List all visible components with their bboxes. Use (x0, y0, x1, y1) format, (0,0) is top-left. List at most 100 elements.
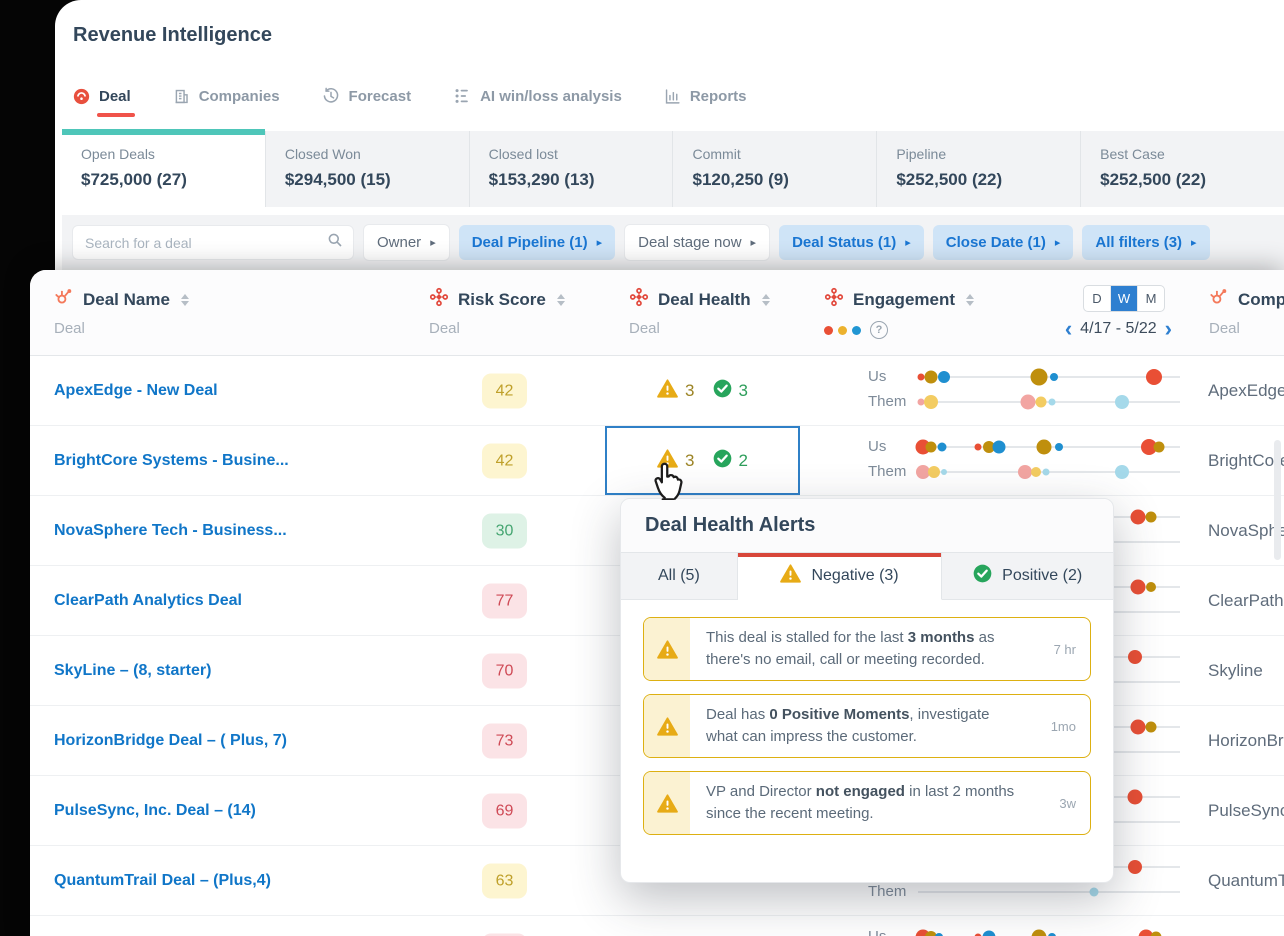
positive-alerts[interactable]: 3 (713, 379, 748, 403)
filter-chip-owner[interactable]: Owner ▸ (363, 224, 450, 261)
engagement-cell[interactable]: Us Them (818, 426, 1185, 495)
tab-deal[interactable]: Deal (73, 88, 135, 117)
engagement-dot (1035, 396, 1047, 408)
chevron-right-icon: ▸ (1191, 237, 1197, 249)
engagement-dot (917, 373, 925, 381)
risk-score-badge: 42 (482, 443, 527, 478)
deal-name-link[interactable]: QuantumTrail Deal – (Plus,4) (54, 872, 271, 890)
deal-name-link[interactable]: SkyLine – (8, starter) (54, 662, 211, 680)
warning-icon (644, 695, 690, 757)
alert-timestamp: 1mo (1050, 718, 1076, 734)
column-title-label: Deal Health (658, 289, 751, 309)
table-header: Deal Name Deal Risk Score Deal Deal Health De… (30, 270, 1284, 356)
summary-card-commit[interactable]: Commit $120,250 (9) (673, 131, 878, 207)
alert-text: Deal has 0 Positive Moments, investigate… (690, 695, 1022, 757)
period-option-w[interactable]: W (1111, 286, 1138, 311)
summary-card-best-case[interactable]: Best Case $252,500 (22) (1081, 131, 1284, 207)
engagement-label: Us (868, 438, 887, 455)
engagement-track (916, 465, 1180, 479)
date-range-nav: ‹ 4/17 - 5/22 › (1065, 318, 1172, 340)
engagement-dot (982, 930, 996, 936)
deal-name-link[interactable]: ClearPath Analytics Deal (54, 592, 242, 610)
summary-card-closed-lost[interactable]: Closed lost $153,290 (13) (469, 131, 674, 207)
popup-tab-positive-2-[interactable]: Positive (2) (942, 553, 1113, 600)
risk-score-badge: 69 (482, 793, 527, 828)
alert-card: This deal is stalled for the last 3 mont… (643, 617, 1091, 681)
filter-chip-all-filters-3-[interactable]: All filters (3) ▸ (1082, 225, 1210, 260)
popup-tab-all-5-[interactable]: All (5) (621, 553, 738, 600)
alert-text-content: Deal has 0 Positive Moments, investigate… (706, 705, 990, 746)
column-header-deal-health: Deal Health Deal (605, 270, 800, 355)
legend-dot (838, 325, 847, 335)
engagement-dot (1130, 719, 1146, 735)
engagement-dot (1030, 467, 1041, 477)
popup-tab-label: All (5) (657, 567, 700, 584)
engagement-dot (1130, 509, 1146, 525)
deal-name-link[interactable]: BrightCore Systems - Busine... (54, 452, 289, 470)
filter-chip-close-date-1-[interactable]: Close Date (1) ▸ (932, 225, 1074, 260)
summary-card-pipeline[interactable]: Pipeline $252,500 (22) (877, 131, 1082, 207)
date-range-label: 4/17 - 5/22 (1080, 320, 1157, 337)
companies-icon (173, 88, 190, 105)
deal-health-cell[interactable]: 33 (605, 356, 800, 425)
period-option-m[interactable]: M (1138, 286, 1164, 311)
summary-card-open-deals[interactable]: Open Deals $725,000 (27) (62, 129, 266, 207)
search-input[interactable] (83, 233, 327, 252)
tab-label: Forecast (348, 87, 412, 105)
chevron-right-icon: ▸ (750, 237, 757, 249)
tab-companies[interactable]: Companies (173, 88, 280, 105)
column-title-label: Deal Name (83, 289, 170, 309)
period-toggle[interactable]: DWM (1083, 285, 1165, 312)
next-period-icon[interactable]: › (1165, 318, 1172, 340)
card-value: $120,250 (9) (692, 170, 789, 189)
engagement-dot (1153, 441, 1165, 453)
card-label: Open Deals (81, 146, 155, 162)
deal-name-link[interactable]: NovaSphere Tech - Business... (54, 522, 287, 540)
warning-icon (657, 378, 678, 403)
engagement-cell[interactable]: UsThem (818, 916, 1185, 936)
summary-card-closed-won[interactable]: Closed Won $294,500 (15) (265, 131, 470, 207)
search-field[interactable] (72, 225, 354, 260)
filter-chip-deal-pipeline-1-[interactable]: Deal Pipeline (1) ▸ (458, 225, 616, 260)
tab-label: AI win/loss analysis (480, 87, 622, 105)
sort-down-icon (761, 300, 770, 306)
help-icon[interactable]: ? (870, 321, 888, 339)
card-value: $153,290 (13) (488, 170, 595, 189)
column-title: Risk Score (429, 287, 605, 312)
sort-down-icon (966, 300, 975, 306)
sort-icon[interactable] (180, 293, 189, 306)
engagement-dot (1145, 369, 1162, 385)
deal-name-link[interactable]: PulseSync, Inc. Deal – (14) (54, 802, 256, 820)
deal-name-link[interactable]: HorizonBridge Deal – ( Plus, 7) (54, 732, 287, 750)
sort-up-icon (761, 293, 770, 299)
card-label: Closed Won (284, 146, 361, 162)
negative-alerts[interactable]: 3 (657, 378, 695, 403)
engagement-timeline-us: Us (818, 927, 1185, 936)
selected-cell-outline (605, 426, 800, 495)
deal-name-link[interactable]: ApexEdge - New Deal (54, 382, 218, 400)
popup-tab-negative-3-[interactable]: Negative (3) (737, 553, 943, 600)
sort-icon[interactable] (556, 293, 565, 306)
scrollbar-thumb[interactable] (1274, 440, 1281, 560)
risk-score-badge: 42 (482, 373, 527, 408)
tab-reports[interactable]: Reports (664, 88, 747, 105)
chip-label: Owner (377, 234, 422, 251)
legend-dot (852, 325, 861, 335)
engagement-label: Them (868, 463, 907, 480)
sort-icon[interactable] (761, 293, 770, 306)
filter-chip-deal-status-1-[interactable]: Deal Status (1) ▸ (779, 225, 924, 260)
engagement-dot (1036, 439, 1052, 455)
risk-score-badge: 73 (482, 723, 527, 758)
engagement-track (917, 368, 1180, 386)
sort-icon[interactable] (966, 293, 975, 306)
period-option-d[interactable]: D (1084, 286, 1111, 311)
tab-ai-win-loss-analysis[interactable]: AI win/loss analysis (453, 87, 622, 105)
filter-chip-deal-stage-now[interactable]: Deal stage now ▸ (624, 224, 771, 261)
card-label: Best Case (1100, 146, 1165, 162)
engagement-cell[interactable]: UsThem (818, 356, 1185, 425)
engagement-dot (1127, 789, 1143, 805)
tab-forecast[interactable]: Forecast (322, 87, 412, 105)
deal-health-cell[interactable] (605, 916, 800, 936)
prev-period-icon[interactable]: ‹ (1065, 318, 1072, 340)
engagement-dot (937, 442, 947, 452)
